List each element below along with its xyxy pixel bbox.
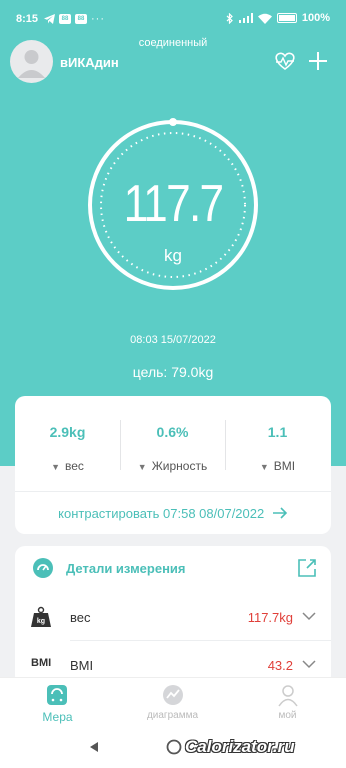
bluetooth-icon (226, 12, 233, 24)
detail-value: 117.7kg (247, 610, 293, 625)
bottom-tab-bar: Мера диаграмма мой (0, 677, 346, 728)
connection-status: соединенный (138, 37, 208, 49)
bmi-icon: BMI (31, 657, 52, 669)
measurement-details-card: Детали измерения kg вес 117.7kg BMI BMI … (15, 546, 331, 686)
detail-name: вес (70, 610, 91, 625)
detail-value: 43.2 (267, 658, 293, 673)
avatar[interactable] (10, 40, 53, 83)
home-icon[interactable] (166, 739, 182, 755)
compare-label: контрастировать 07:58 08/07/2022 (58, 506, 265, 521)
chevron-down-icon (302, 612, 316, 621)
stat-label: вес (65, 459, 84, 473)
chart-icon (163, 685, 183, 705)
stat-weight-change: 2.9kg ▼ вес (15, 396, 120, 491)
more-notifications-icon: ··· (91, 13, 105, 25)
system-icons: 100% (226, 12, 330, 24)
back-icon[interactable] (88, 741, 100, 753)
tab-chart[interactable]: диаграмма (115, 678, 230, 729)
detail-row-weight[interactable]: kg вес 117.7kg (15, 594, 331, 640)
down-arrow-icon: ▼ (137, 462, 147, 472)
battery-icon (276, 13, 297, 23)
watermark: Calorizator.ru (185, 737, 295, 756)
share-edit-icon[interactable] (297, 558, 317, 578)
tab-label: диаграмма (146, 710, 199, 721)
telegram-icon (44, 14, 55, 24)
stat-label: BMI (273, 459, 296, 473)
gauge-icon (33, 558, 53, 578)
signal-icon (238, 13, 253, 23)
battery-level: 100% (301, 12, 330, 24)
user-silhouette-icon (18, 50, 45, 78)
stat-value: 0.6% (156, 424, 189, 440)
stat-value: 1.1 (267, 424, 288, 440)
arrow-right-icon (272, 507, 287, 519)
wifi-icon (257, 13, 272, 24)
details-header: Детали измерения (15, 546, 331, 591)
change-summary-card: 2.9kg ▼ вес 0.6% ▼ Жирность 1.1 ▼ BMI контр… (15, 396, 331, 534)
weight-unit: kg (164, 246, 182, 265)
tab-label: Мера (42, 710, 73, 724)
stat-value: 2.9kg (49, 424, 86, 440)
profile-icon (278, 685, 298, 707)
tab-profile[interactable]: мой (230, 678, 345, 729)
status-bar: 8:15 88 88 ··· 100% (0, 0, 346, 36)
add-icon[interactable] (308, 51, 328, 71)
heart-rate-icon[interactable] (273, 51, 297, 71)
stat-fat-change: 0.6% ▼ Жирность (120, 396, 225, 491)
status-time: 8:15 (16, 13, 39, 25)
notification-icons: 88 88 ··· (44, 13, 105, 25)
goal-weight: цель: 79.0kg (132, 364, 214, 380)
down-arrow-icon: ▼ (51, 462, 60, 472)
divider (15, 491, 331, 492)
app-badge-icon: 88 (59, 14, 71, 24)
detail-name: BMI (70, 658, 94, 673)
divider (70, 640, 331, 641)
icon-text: kg (37, 618, 45, 625)
tab-label: мой (278, 710, 297, 721)
weight-value: 117.7 (123, 175, 225, 233)
chevron-down-icon (302, 660, 316, 669)
stat-label: Жирность (151, 459, 208, 473)
weight-kg-icon: kg (31, 606, 51, 627)
tab-measure[interactable]: Мера (0, 678, 115, 729)
measurement-datetime: 08:03 15/07/2022 (130, 334, 216, 346)
user-name[interactable]: вИКАдин (60, 55, 119, 70)
down-arrow-icon: ▼ (259, 462, 269, 472)
scale-icon (47, 685, 67, 705)
stat-bmi-change: 1.1 ▼ BMI (225, 396, 330, 491)
compare-link[interactable]: контрастировать 07:58 08/07/2022 (15, 506, 331, 521)
details-title: Детали измерения (66, 561, 186, 576)
app-badge-icon: 88 (75, 14, 87, 24)
